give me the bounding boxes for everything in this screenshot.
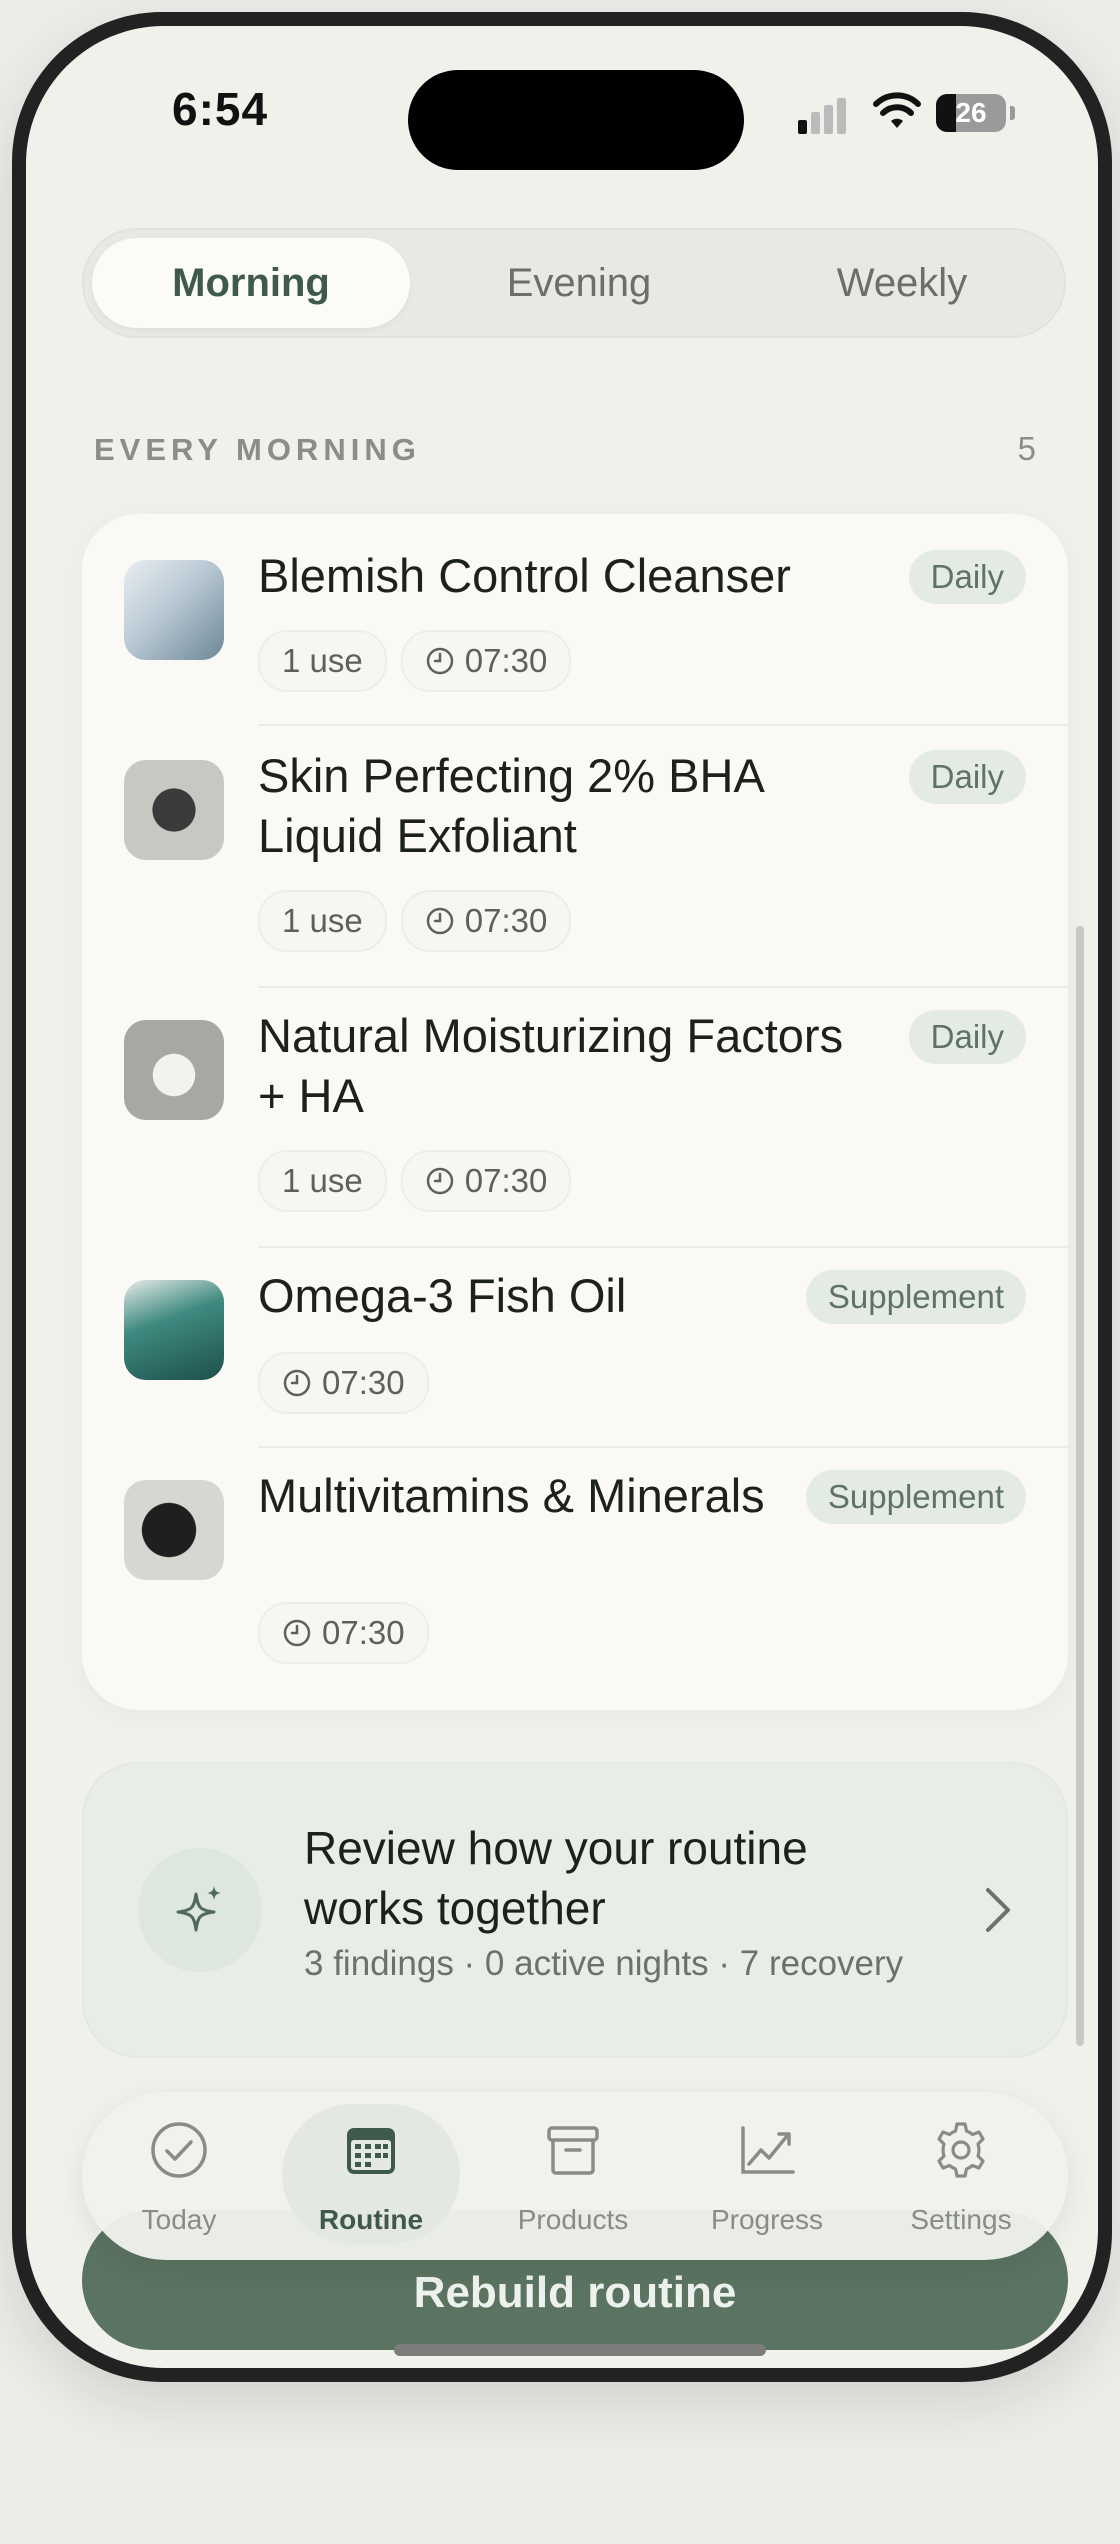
tab-label: Progress bbox=[710, 2204, 824, 2235]
tab-label: Products bbox=[517, 2204, 629, 2235]
tab-products[interactable]: Products bbox=[478, 2092, 668, 2260]
gear-icon bbox=[937, 2122, 985, 2178]
routine-review-card[interactable]: Review how your routine works together 3… bbox=[82, 1762, 1068, 2058]
tab-weekly[interactable]: Weekly bbox=[748, 238, 1056, 328]
category-badge: Supplement bbox=[805, 1270, 1026, 1324]
home-indicator[interactable] bbox=[394, 2344, 766, 2356]
battery-tip bbox=[1010, 106, 1015, 120]
product-name: Blemish Control Cleanser bbox=[258, 549, 791, 602]
routine-item[interactable]: Omega-3 Fish Oil Supplement 07:30 bbox=[82, 1246, 1068, 1448]
sparkle-icon bbox=[176, 1886, 221, 1932]
time-chip: 07:30 bbox=[400, 1150, 572, 1212]
product-thumbnail bbox=[124, 1480, 224, 1580]
review-subtitle: 3 findings · 0 active nights · 7 recover… bbox=[304, 1944, 904, 1983]
time-chip: 07:30 bbox=[400, 630, 572, 692]
tab-today[interactable]: Today bbox=[84, 2092, 274, 2260]
frequency-badge: Daily bbox=[908, 750, 1026, 804]
clock-icon bbox=[426, 907, 453, 935]
check-circle-icon bbox=[151, 2122, 207, 2178]
sparkle-icon-wrap bbox=[138, 1848, 262, 1972]
scrollbar[interactable] bbox=[1076, 926, 1084, 2046]
wifi-icon bbox=[873, 92, 921, 128]
tab-evening[interactable]: Evening bbox=[420, 238, 738, 328]
tab-progress[interactable]: Progress bbox=[672, 2092, 862, 2260]
product-thumbnail bbox=[124, 560, 224, 660]
routine-item[interactable]: Skin Perfecting 2% BHA Liquid Exfoliant … bbox=[82, 726, 1068, 988]
tab-label: Routine bbox=[318, 2204, 424, 2235]
tab-routine[interactable]: Routine bbox=[276, 2092, 466, 2260]
phone-frame: 6:54 26 Morning Evening Weekly EVERY MOR… bbox=[12, 12, 1112, 2382]
product-thumbnail bbox=[124, 1280, 224, 1380]
time-label: 07:30 bbox=[464, 642, 548, 679]
product-thumbnail bbox=[124, 760, 224, 860]
routine-item[interactable]: Natural Moisturizing Factors + HA Daily … bbox=[82, 986, 1068, 1248]
frequency-badge: Daily bbox=[908, 1010, 1026, 1064]
product-name: Natural Moisturizing Factors + HA bbox=[258, 1009, 844, 1122]
category-badge: Supplement bbox=[805, 1470, 1026, 1524]
frequency-badge: Daily bbox=[908, 550, 1026, 604]
calendar-icon bbox=[347, 2128, 395, 2174]
uses-chip: 1 use bbox=[258, 890, 387, 952]
time-chip: 07:30 bbox=[258, 1352, 429, 1414]
product-name: Multivitamins & Minerals bbox=[258, 1469, 765, 1522]
screen: 6:54 26 Morning Evening Weekly EVERY MOR… bbox=[26, 26, 1098, 2368]
uses-label: 1 use bbox=[282, 1162, 363, 1199]
review-title: Review how your routine works together bbox=[304, 1822, 808, 1934]
battery-level: 26 bbox=[955, 97, 987, 128]
status-time: 6:54 bbox=[172, 83, 269, 135]
routine-item[interactable]: Blemish Control Cleanser Daily 1 use 07:… bbox=[82, 514, 1068, 726]
uses-chip: 1 use bbox=[258, 1150, 387, 1212]
signal-icon bbox=[798, 98, 850, 134]
time-label: 07:30 bbox=[464, 902, 548, 939]
chevron-right-icon bbox=[986, 1888, 1010, 1932]
dynamic-island bbox=[408, 70, 744, 170]
battery-icon: 26 bbox=[936, 94, 1006, 132]
product-name: Skin Perfecting 2% BHA Liquid Exfoliant bbox=[258, 749, 763, 862]
tab-label: Settings bbox=[910, 2204, 1012, 2235]
time-chip: 07:30 bbox=[258, 1602, 429, 1664]
product-thumbnail bbox=[124, 1020, 224, 1120]
bottom-tab-bar: Today Routine Products Progress Settings bbox=[82, 2092, 1068, 2260]
time-label: 07:30 bbox=[464, 1162, 548, 1199]
clock-icon bbox=[426, 1167, 453, 1195]
tab-settings[interactable]: Settings bbox=[866, 2092, 1056, 2260]
routine-item[interactable]: Multivitamins & Minerals Supplement 07:3… bbox=[82, 1446, 1068, 1706]
product-name: Omega-3 Fish Oil bbox=[258, 1269, 627, 1322]
time-chip: 07:30 bbox=[400, 890, 572, 952]
clock-icon bbox=[283, 1619, 311, 1647]
uses-label: 1 use bbox=[282, 902, 363, 939]
chart-line-icon bbox=[741, 2126, 795, 2174]
section-title: EVERY MORNING bbox=[94, 432, 421, 467]
clock-icon bbox=[283, 1369, 311, 1397]
tab-morning[interactable]: Morning bbox=[92, 238, 410, 328]
time-label: 07:30 bbox=[322, 1364, 405, 1401]
archive-box-icon bbox=[547, 2126, 599, 2175]
tab-label: Today bbox=[141, 2204, 217, 2235]
clock-icon bbox=[426, 647, 453, 675]
uses-chip: 1 use bbox=[258, 630, 387, 692]
routine-segmented-control: Morning Evening Weekly bbox=[82, 228, 1066, 338]
uses-label: 1 use bbox=[282, 642, 363, 679]
section-count: 5 bbox=[1017, 430, 1036, 467]
routine-card: Blemish Control Cleanser Daily 1 use 07:… bbox=[82, 514, 1068, 1710]
time-label: 07:30 bbox=[322, 1614, 405, 1651]
